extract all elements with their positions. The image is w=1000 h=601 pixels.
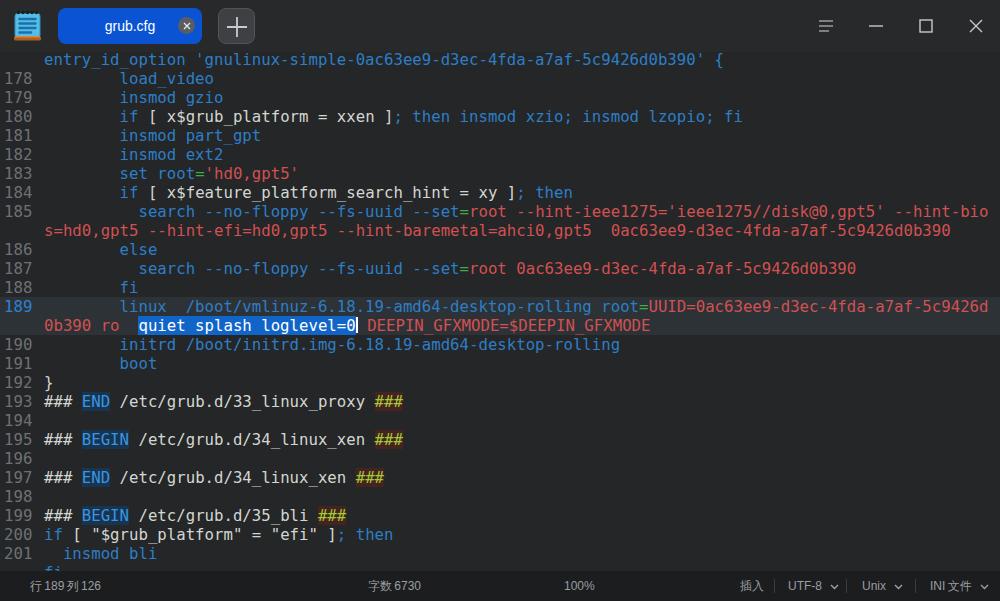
- code-line[interactable]: [44, 487, 989, 506]
- code-line[interactable]: ### END /etc/grub.d/34_linux_xen ###: [44, 468, 989, 487]
- chevron-down-icon: [830, 584, 839, 590]
- line-number: [4, 52, 32, 69]
- line-number: 195: [4, 430, 32, 449]
- line-number: 197: [4, 468, 32, 487]
- code-line[interactable]: ### END /etc/grub.d/33_linux_proxy ###: [44, 392, 989, 411]
- code-line[interactable]: entry_id_option 'gnulinux-simple-0ac63ee…: [44, 52, 989, 69]
- line-number: [4, 316, 32, 335]
- tab-close-button[interactable]: [178, 17, 195, 34]
- code-line[interactable]: fi: [44, 563, 989, 571]
- line-number: 199: [4, 506, 32, 525]
- chevron-down-icon: [980, 584, 989, 590]
- code-line[interactable]: search --no-floppy --fs-uuid --set=root …: [44, 202, 989, 221]
- code-line[interactable]: load_video: [44, 69, 989, 88]
- close-icon: [962, 12, 990, 40]
- word-count: 字数 6730: [368, 571, 421, 601]
- line-number: 201: [4, 544, 32, 563]
- separator: [915, 579, 916, 593]
- notepad-app-icon: [14, 10, 41, 46]
- line-number: [4, 563, 32, 571]
- line-number: 196: [4, 449, 32, 468]
- line-number: 188: [4, 278, 32, 297]
- maximize-button[interactable]: [912, 12, 940, 40]
- line-number: 187: [4, 259, 32, 278]
- separator: [774, 579, 775, 593]
- code-line[interactable]: [44, 411, 989, 430]
- line-ending-select[interactable]: Unix: [862, 571, 903, 601]
- window-close-button[interactable]: [962, 12, 990, 40]
- code-line[interactable]: ### BEGIN /etc/grub.d/34_linux_xen ###: [44, 430, 989, 449]
- line-number: 193: [4, 392, 32, 411]
- line-number: 191: [4, 354, 32, 373]
- code-line[interactable]: boot: [44, 354, 989, 373]
- code-line[interactable]: if [ x$grub_platform = xxen ]; then insm…: [44, 107, 989, 126]
- line-number: 200: [4, 525, 32, 544]
- line-number: 184: [4, 183, 32, 202]
- code-line[interactable]: insmod gzio: [44, 88, 989, 107]
- titlebar: grub.cfg: [0, 0, 1000, 52]
- code-line[interactable]: insmod ext2: [44, 145, 989, 164]
- code-lines[interactable]: entry_id_option 'gnulinux-simple-0ac63ee…: [44, 52, 989, 571]
- line-number: 189: [4, 297, 32, 316]
- code-line[interactable]: fi: [44, 278, 989, 297]
- line-number: 181: [4, 126, 32, 145]
- code-line[interactable]: s=hd0,gpt5 --hint-efi=hd0,gpt5 --hint-ba…: [44, 221, 989, 240]
- tab-grub-cfg[interactable]: grub.cfg: [58, 8, 202, 44]
- line-number: 182: [4, 145, 32, 164]
- code-line[interactable]: search --no-floppy --fs-uuid --set=root …: [44, 259, 989, 278]
- code-line[interactable]: insmod part_gpt: [44, 126, 989, 145]
- code-line[interactable]: else: [44, 240, 989, 259]
- line-number: [4, 221, 32, 240]
- line-number: 194: [4, 411, 32, 430]
- maximize-icon: [912, 12, 940, 40]
- code-line[interactable]: if [ x$feature_platform_search_hint = xy…: [44, 183, 989, 202]
- chevron-down-icon: [894, 584, 903, 590]
- code-line[interactable]: insmod bli: [44, 544, 989, 563]
- separator: [846, 579, 847, 593]
- minimize-button[interactable]: [862, 12, 890, 40]
- input-mode[interactable]: 插入: [740, 571, 764, 601]
- tab-label: grub.cfg: [105, 18, 156, 34]
- file-type-select[interactable]: INI 文件: [930, 571, 989, 601]
- line-number: 180: [4, 107, 32, 126]
- code-line[interactable]: ### BEGIN /etc/grub.d/35_bli ###: [44, 506, 989, 525]
- menu-button[interactable]: [812, 12, 840, 40]
- code-line[interactable]: initrd /boot/initrd.img-6.18.19-amd64-de…: [44, 335, 989, 354]
- editor-area[interactable]: 178179180181182183184185 186187188189 19…: [0, 52, 1000, 571]
- code-line[interactable]: if [ "$grub_platform" = "efi" ]; then: [44, 525, 989, 544]
- plus-icon: [226, 16, 248, 38]
- statusbar: 行 189 列 126 字数 6730 100% 插入 UTF-8 Unix I…: [0, 571, 1000, 601]
- line-number: 186: [4, 240, 32, 259]
- line-number: 183: [4, 164, 32, 183]
- line-number: 179: [4, 88, 32, 107]
- hamburger-icon: [812, 12, 840, 40]
- line-number: 185: [4, 202, 32, 221]
- code-line[interactable]: set root='hd0,gpt5': [44, 164, 989, 183]
- encoding-select[interactable]: UTF-8: [788, 571, 839, 601]
- line-number: 198: [4, 487, 32, 506]
- code-line[interactable]: 0b390 ro quiet splash loglevel=0 DEEPIN_…: [44, 316, 989, 335]
- line-number-gutter: 178179180181182183184185 186187188189 19…: [4, 52, 32, 571]
- line-number: 190: [4, 335, 32, 354]
- code-line[interactable]: [44, 449, 989, 468]
- line-number: 192: [4, 373, 32, 392]
- code-line[interactable]: }: [44, 373, 989, 392]
- zoom-level: 100%: [564, 571, 595, 601]
- line-number: 178: [4, 69, 32, 88]
- cursor-position: 行 189 列 126: [30, 571, 101, 601]
- code-line[interactable]: linux /boot/vmlinuz-6.18.19-amd64-deskto…: [44, 297, 989, 316]
- minimize-icon: [862, 12, 890, 40]
- close-icon: [183, 22, 191, 30]
- new-tab-button[interactable]: [218, 8, 255, 44]
